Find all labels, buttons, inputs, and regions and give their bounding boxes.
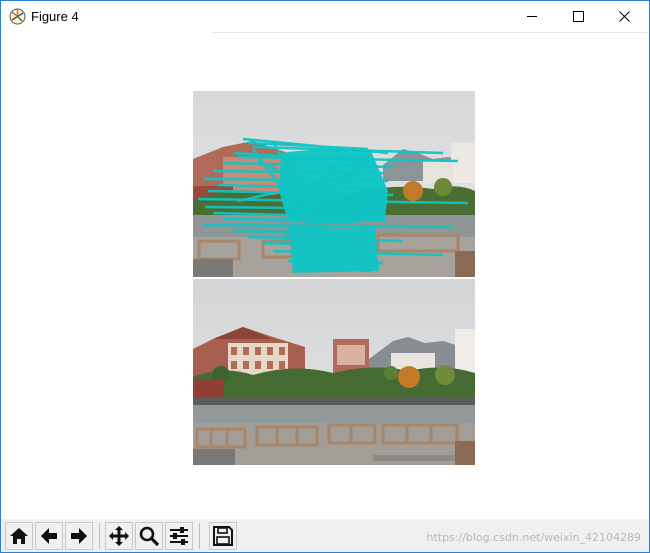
minimize-button[interactable] — [509, 1, 555, 32]
original-image — [193, 279, 475, 465]
forward-button[interactable] — [65, 522, 93, 550]
magnifier-icon — [139, 526, 160, 547]
title-bar[interactable]: Figure 4 — [1, 1, 649, 32]
matplotlib-logo-icon — [9, 8, 26, 25]
arrow-right-icon — [71, 528, 87, 544]
minimize-icon — [526, 16, 537, 17]
navigation-toolbar: https://blog.csdn.net/weixin_42104289 — [1, 519, 649, 552]
close-button[interactable] — [601, 1, 647, 32]
window-title: Figure 4 — [31, 9, 79, 24]
figure-window: Figure 4 https://blog.csdn.net/weixin_42… — [0, 0, 650, 553]
back-button[interactable] — [35, 522, 63, 550]
watermark-text: https://blog.csdn.net/weixin_42104289 — [426, 531, 641, 544]
zoom-button[interactable] — [135, 522, 163, 550]
image-with-matches — [193, 91, 475, 277]
pan-button[interactable] — [105, 522, 133, 550]
maximize-button[interactable] — [555, 1, 601, 32]
home-icon — [10, 528, 28, 544]
save-button[interactable] — [209, 522, 237, 550]
toolbar-separator — [199, 523, 200, 549]
maximize-icon — [572, 11, 584, 22]
figure-canvas[interactable] — [1, 33, 649, 519]
move-icon — [109, 526, 129, 546]
sliders-icon — [170, 527, 188, 545]
home-button[interactable] — [5, 522, 33, 550]
toolbar-separator — [99, 523, 100, 549]
arrow-left-icon — [41, 528, 57, 544]
close-icon — [618, 11, 630, 22]
floppy-disk-icon — [213, 526, 233, 546]
subplots-button[interactable] — [165, 522, 193, 550]
